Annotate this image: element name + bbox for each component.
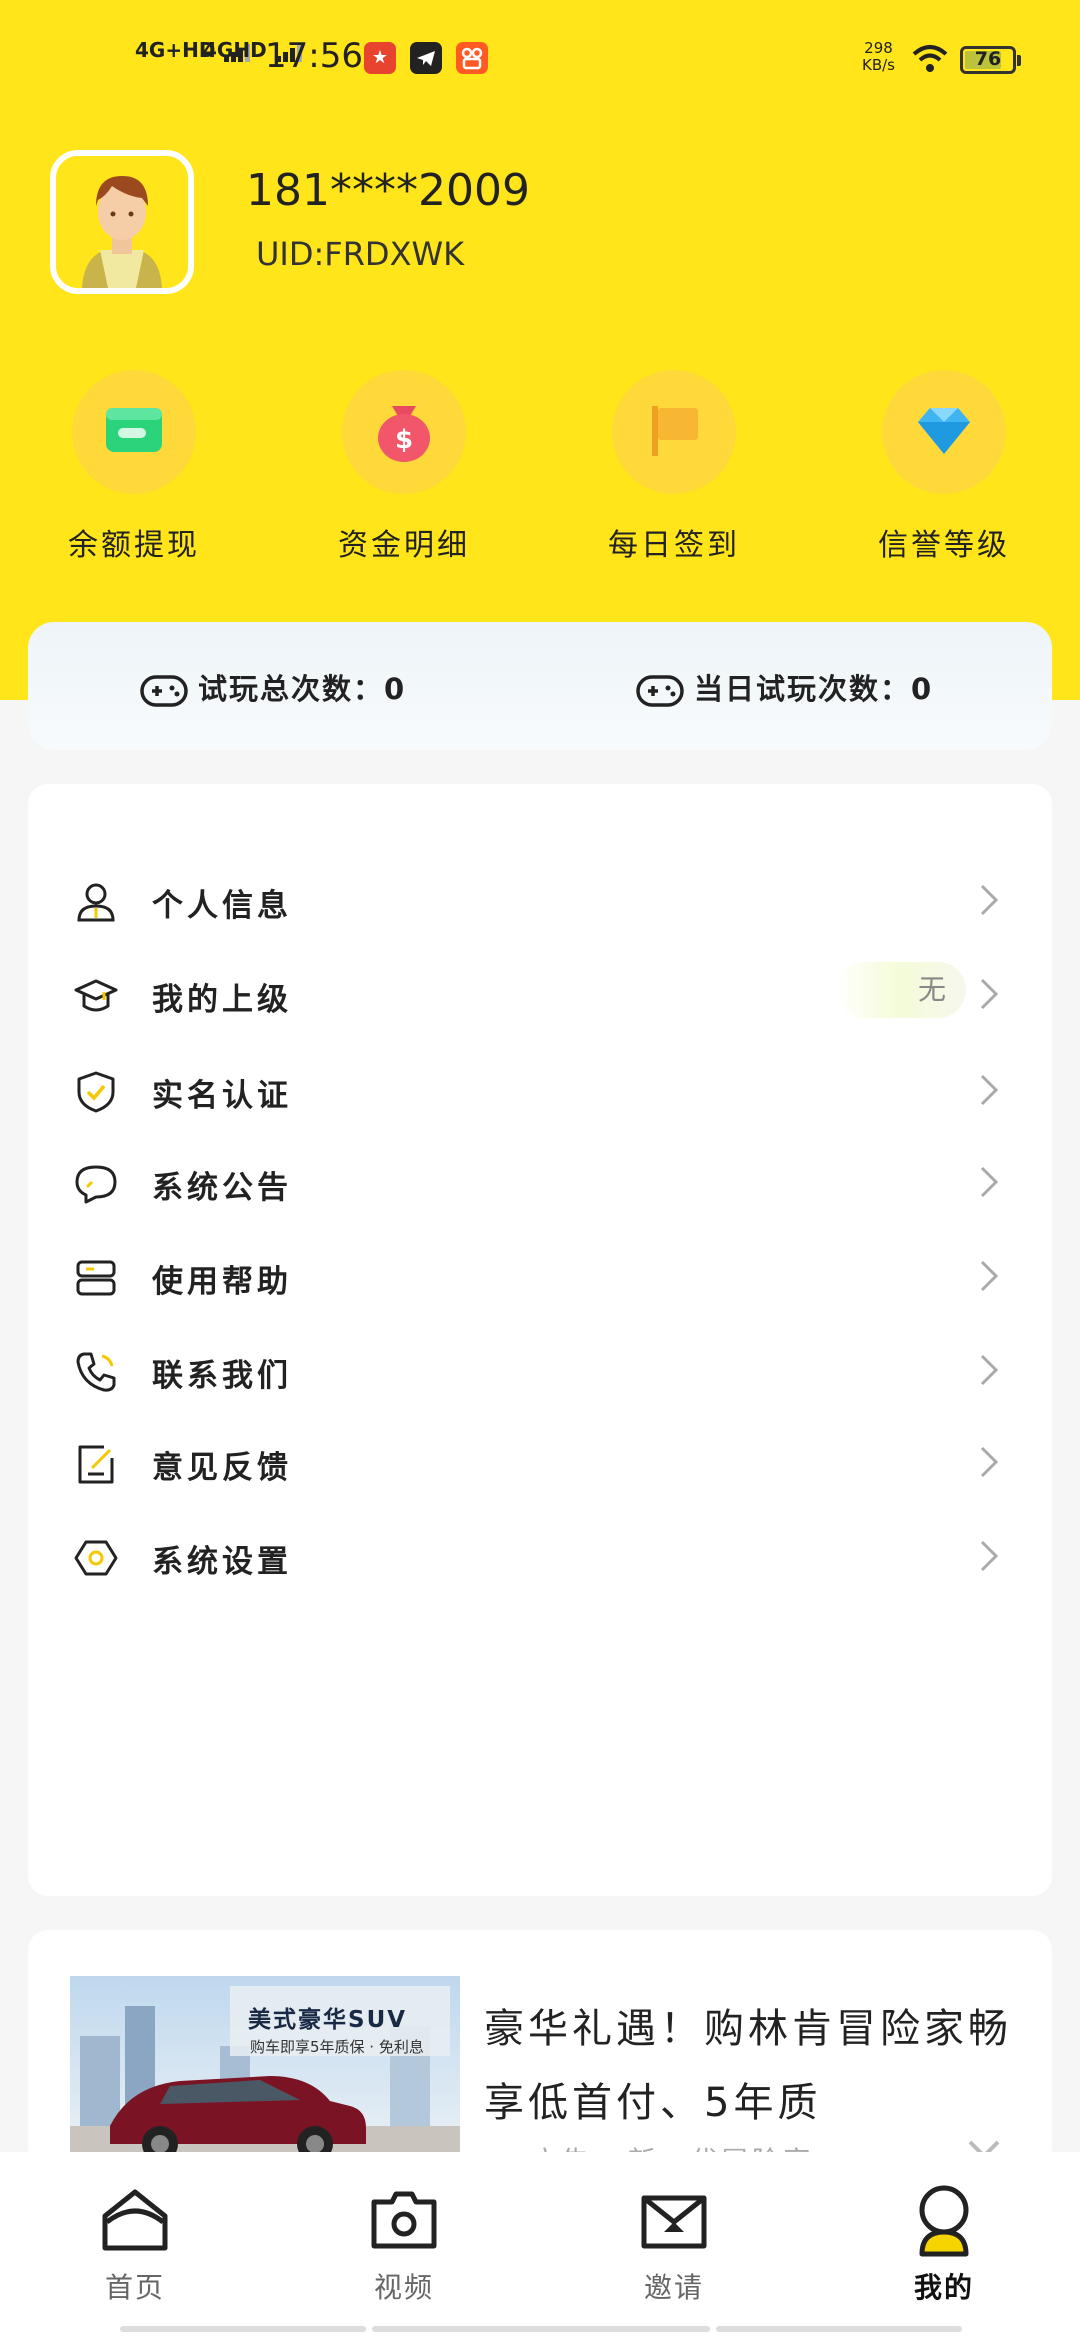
bottom-navigation: 首页 视频 邀请 我的 [0, 2152, 1080, 2340]
menu-label: 联系我们 [152, 1358, 292, 1394]
stat-today-label: 当日试玩次数：0 [694, 672, 934, 706]
menu-item-my-superior[interactable]: 我的上级 无 [28, 944, 1052, 1044]
nav-profile-label: 我的 [913, 2271, 974, 2304]
gesture-bar [716, 2326, 962, 2332]
menu-label: 个人信息 [152, 888, 292, 924]
nav-video[interactable]: 视频 [304, 2152, 504, 2306]
ad-image-subline: 购车即享5年质保 · 免利息 [250, 2038, 424, 2056]
stat-today-trials: 当日试玩次数：0 [636, 666, 933, 708]
battery-icon: 76 [960, 46, 1021, 74]
menu-item-system-settings[interactable]: 系统设置 [28, 1506, 1052, 1606]
invite-icon [636, 2182, 712, 2258]
edit-note-icon [78, 1445, 114, 1484]
ad-image-headline: 美式豪华SUV [248, 2007, 408, 2033]
camera-icon [366, 2182, 442, 2258]
gesture-bar [120, 2326, 366, 2332]
quick-actions: 余额提现 $ 资金明细 每日签到 信誉等级 [0, 370, 1080, 580]
menu-item-personal-info[interactable]: 个人信息 [28, 850, 1052, 950]
app-notification-icon: ★ [364, 42, 396, 74]
gesture-bar [372, 2326, 710, 2332]
graduation-cap-icon [74, 979, 118, 1012]
ad-image[interactable]: 美式豪华SUV 购车即享5年质保 · 免利息 [70, 1976, 460, 2170]
menu-item-contact-us[interactable]: 联系我们 [28, 1320, 1052, 1420]
gamepad-icon [140, 675, 188, 707]
menu-label: 系统公告 [152, 1170, 292, 1206]
speed-value: 298 [864, 39, 893, 57]
user-uid: UID:FRDXWK [256, 235, 465, 273]
quick-withdraw[interactable]: 余额提现 [34, 370, 234, 564]
nav-invite-label: 邀请 [643, 2271, 704, 2304]
menu-item-help[interactable]: 使用帮助 [28, 1226, 1052, 1326]
menu-label: 使用帮助 [152, 1264, 292, 1300]
clock: 17:56 [265, 36, 363, 76]
quick-fund-details-label: 资金明细 [338, 528, 470, 563]
menu-label: 实名认证 [152, 1078, 292, 1114]
quick-credit-level-label: 信誉等级 [878, 528, 1010, 563]
trial-stats: 试玩总次数：0 当日试玩次数：0 [28, 622, 1052, 750]
menu-item-announcements[interactable]: 系统公告 [28, 1132, 1052, 1232]
network-speed: 298 KB/s [862, 40, 895, 74]
chevron-right-icon [980, 1166, 999, 1198]
status-bar: 4G+HD 4GHD 17:56 ★ 298 KB/s 76 [0, 0, 1080, 120]
nav-video-label: 视频 [373, 2271, 434, 2304]
network-2-label: 4GHD [203, 38, 267, 62]
chevron-right-icon [980, 1540, 999, 1572]
gamepad-icon [636, 675, 684, 707]
menu-item-real-name-auth[interactable]: 实名认证 [28, 1040, 1052, 1140]
chevron-right-icon [980, 978, 999, 1010]
shield-check-icon [77, 1071, 115, 1113]
quick-credit-level[interactable]: 信誉等级 [844, 370, 1044, 564]
telegram-icon [410, 42, 442, 74]
ad-title[interactable]: 豪华礼遇！购林肯冒险家畅享低首付、5年质 [484, 1992, 1024, 2140]
user-icon [77, 883, 115, 922]
wallet-icon [72, 370, 196, 494]
nav-home-label: 首页 [104, 2271, 165, 2304]
stat-total-trials: 试玩总次数：0 [140, 666, 406, 708]
diamond-icon [882, 370, 1006, 494]
nav-invite[interactable]: 邀请 [574, 2152, 774, 2306]
settings-hex-icon [74, 1540, 118, 1576]
settings-menu: 个人信息 我的上级 无 实名认证 系统公告 使用帮助 联系我们 意见反馈 系统设… [28, 784, 1052, 1896]
flag-icon [612, 370, 736, 494]
chevron-right-icon [980, 1354, 999, 1386]
kuaishou-icon [456, 42, 488, 74]
money-bag-icon: $ [342, 370, 466, 494]
quick-withdraw-label: 余额提现 [68, 528, 200, 563]
menu-label: 我的上级 [152, 982, 292, 1018]
menu-label: 系统设置 [152, 1544, 292, 1580]
quick-fund-details[interactable]: $ 资金明细 [304, 370, 504, 564]
battery-level: 76 [974, 48, 1002, 70]
speed-unit: KB/s [862, 56, 895, 74]
avatar[interactable] [50, 150, 194, 294]
profile-icon [906, 2182, 982, 2258]
quick-daily-checkin-label: 每日签到 [608, 528, 740, 563]
chevron-right-icon [980, 1074, 999, 1106]
chat-bubble-icon [75, 1165, 117, 1204]
chevron-right-icon [980, 1260, 999, 1292]
chevron-right-icon [980, 1446, 999, 1478]
wifi-icon [912, 44, 948, 78]
menu-label: 意见反馈 [152, 1450, 292, 1486]
nav-profile[interactable]: 我的 [844, 2152, 1044, 2306]
chevron-right-icon [980, 884, 999, 916]
svg-text:$: $ [395, 425, 413, 455]
superior-value: 无 [836, 962, 966, 1018]
phone-icon [76, 1352, 116, 1392]
home-icon [97, 2182, 173, 2258]
menu-item-feedback[interactable]: 意见反馈 [28, 1412, 1052, 1512]
nav-home[interactable]: 首页 [35, 2152, 235, 2306]
stat-total-label: 试玩总次数：0 [198, 672, 407, 706]
help-card-icon [76, 1260, 116, 1296]
ad-card[interactable]: 美式豪华SUV 购车即享5年质保 · 免利息 豪华礼遇！购林肯冒险家畅享低首付、… [28, 1930, 1052, 2170]
quick-daily-checkin[interactable]: 每日签到 [574, 370, 774, 564]
user-phone: 181****2009 [246, 165, 530, 216]
